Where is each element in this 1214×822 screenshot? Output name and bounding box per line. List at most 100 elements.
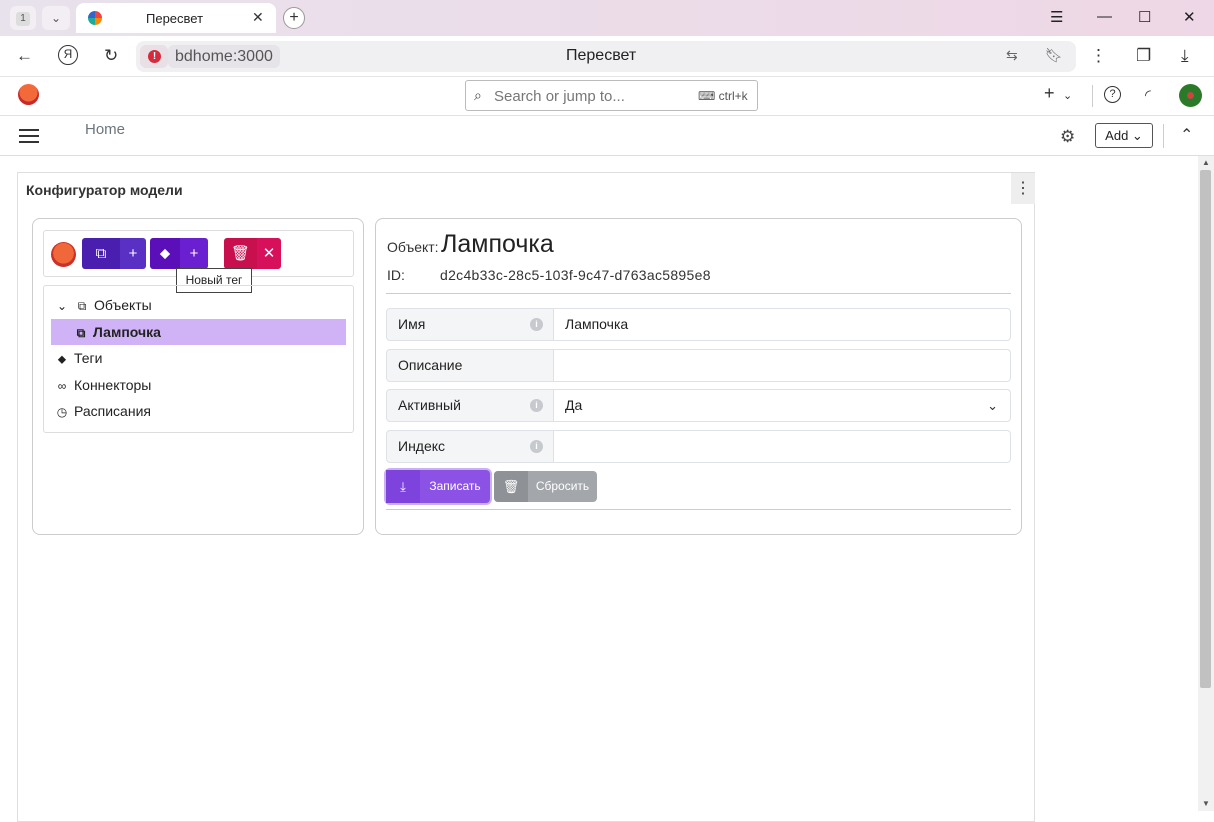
translate-icon[interactable]: ⇆ [1006,47,1018,64]
info-icon[interactable]: i [530,440,543,453]
insecure-warning[interactable]: ! [140,45,168,68]
help-icon[interactable]: ? [1104,86,1121,103]
url-field[interactable]: ! bdhome:3000 Пересвет ⇆ 🔖︎ [136,41,1076,72]
object-button-group: ⧉ + [82,238,146,269]
bookmark-icon[interactable]: 🔖︎ [1045,47,1063,64]
app-logo [51,242,76,267]
divider [1163,124,1164,148]
field-active: Активный i Да ⌄ [386,389,1011,422]
more-vert-icon[interactable]: ⋮ [1090,46,1107,66]
description-input[interactable] [553,349,1011,382]
add-tag-button[interactable]: + [180,238,208,269]
warning-icon: ! [148,50,161,63]
trash-icon: 🗑︎ [494,471,528,502]
tab-list-chevron-icon[interactable]: ⌄ [42,6,70,30]
add-button[interactable]: Add ⌄ [1095,123,1153,148]
reload-icon[interactable]: ↻ [104,46,118,66]
url-host: bdhome:3000 [168,45,280,68]
diagram-icon[interactable]: ⧉ [82,238,120,269]
app-logo[interactable] [18,84,39,105]
main-content: Конфигуратор модели ⋮ ⧉ + ⬥ + 🗑︎ ✕ Новый… [0,156,1198,822]
collapse-chevron-icon[interactable]: ⌃ [1180,125,1193,145]
scroll-down-icon[interactable]: ▼ [1202,799,1210,808]
toolbar: Home ⚙ Add ⌄ ⌃ [0,116,1214,156]
chevron-down-icon: ⌄ [987,398,998,413]
delete-button-group: 🗑︎ ✕ [224,238,281,269]
search-input[interactable]: ⌕ Search or jump to... ⌨ ctrl+k [465,80,758,111]
id-label: ID: [387,267,405,283]
index-input[interactable] [553,430,1011,463]
scroll-up-icon[interactable]: ▲ [1202,158,1210,167]
avatar[interactable] [1179,84,1202,107]
name-input[interactable]: Лампочка [553,308,1011,341]
search-icon: ⌕ [474,87,482,103]
object-detail-card: Объект: Лампочка ID: d2c4b33c-28c5-103f-… [375,218,1022,535]
new-tab-button[interactable]: + [283,7,305,29]
tags-icon: ⬥ [57,352,67,366]
divider [1092,85,1093,107]
tree-item-objects[interactable]: ⌄ ⧉ Объекты [54,292,152,318]
close-tab-icon[interactable]: ✕ [252,9,264,26]
close-icon[interactable]: ✕ [257,238,281,269]
chevron-down-icon[interactable]: ⌄ [54,293,70,319]
active-select[interactable]: Да ⌄ [553,389,1011,422]
search-shortcut: ⌨ ctrl+k [698,89,748,103]
tree-card: ⧉ + ⬥ + 🗑︎ ✕ Новый тег ⌄ ⧉ Объекты ⧉ Лам… [32,218,364,535]
vertical-scrollbar[interactable]: ▲ ▼ [1198,156,1214,811]
clock-icon: ◷ [56,405,68,419]
browser-tab[interactable]: Пересвет ✕ [76,3,276,33]
model-configurator-panel: Конфигуратор модели ⋮ ⧉ + ⬥ + 🗑︎ ✕ Новый… [17,172,1035,822]
browser-tab-bar: 1 ⌄ Пересвет ✕ + ☰ — ☐ ✕ [0,0,1214,36]
id-value: d2c4b33c-28c5-103f-9c47-d763ac5895e8 [440,267,711,283]
field-description: Описание [386,349,1011,382]
breadcrumb[interactable]: Home [85,121,125,138]
hamburger-menu-icon[interactable] [19,129,39,143]
scrollbar-thumb[interactable] [1200,170,1211,688]
tag-button-group: ⬥ + [150,238,208,269]
download-icon[interactable]: ⤓ [1181,46,1189,66]
rss-icon[interactable]: ◜ [1145,86,1151,104]
field-index: Индекс i [386,430,1011,463]
plus-menu-icon[interactable]: + [1044,83,1055,104]
object-name: Лампочка [441,230,554,258]
collections-icon[interactable]: ❐ [1136,46,1151,66]
reset-button[interactable]: 🗑︎ Сбросить [494,471,597,502]
page-title: Пересвет [566,47,637,64]
minimize-icon[interactable]: — [1097,8,1112,25]
info-icon[interactable]: i [530,318,543,331]
download-icon: ⤓ [386,470,420,503]
tree-item-lampochka[interactable]: ⧉ Лампочка [51,319,346,345]
tab-title: Пересвет [146,11,204,26]
gear-icon[interactable]: ⚙ [1060,127,1075,147]
tree-item-connectors[interactable]: ∞ Коннекторы [54,372,152,398]
favicon-icon [88,11,102,25]
yandex-icon[interactable]: Я [58,45,78,65]
panel-menu-icon[interactable]: ⋮ [1011,173,1035,204]
tree-item-tags[interactable]: ⬥ Теги [54,345,103,371]
chevron-down-icon[interactable]: ⌄ [1063,89,1072,102]
address-bar: ← Я ↻ ! bdhome:3000 Пересвет ⇆ 🔖︎ ⋮ ❐ ⤓ [0,36,1214,77]
field-name: Имя i Лампочка [386,308,1011,341]
app-header: ⌕ Search or jump to... ⌨ ctrl+k + ⌄ ? ◜ [0,77,1214,116]
maximize-icon[interactable]: ☐ [1138,8,1151,26]
link-icon: ∞ [57,379,67,393]
back-arrow-icon[interactable]: ← [16,46,33,66]
search-placeholder: Search or jump to... [494,88,625,105]
field-label: Имя i [386,308,554,341]
diagram-icon: ⧉ [76,326,86,340]
tree-item-schedules[interactable]: ◷ Расписания [54,398,151,424]
divider [386,293,1011,294]
divider [386,509,1011,510]
field-label: Описание [386,349,554,382]
model-tree: ⌄ ⧉ Объекты ⧉ Лампочка ⬥ Теги ∞ Коннекторы ◷ Р… [43,285,354,433]
close-window-icon[interactable]: ✕ [1183,8,1196,26]
info-icon[interactable]: i [530,399,543,412]
save-button[interactable]: ⤓ Записать [386,470,490,503]
trash-icon[interactable]: 🗑︎ [224,238,257,269]
diagram-icon: ⧉ [77,299,87,313]
tag-icon[interactable]: ⬥ [150,238,180,269]
add-object-button[interactable]: + [120,238,146,269]
field-label: Активный i [386,389,554,422]
menu-icon[interactable]: ☰ [1050,8,1063,26]
tab-counter[interactable]: 1 [10,6,36,30]
